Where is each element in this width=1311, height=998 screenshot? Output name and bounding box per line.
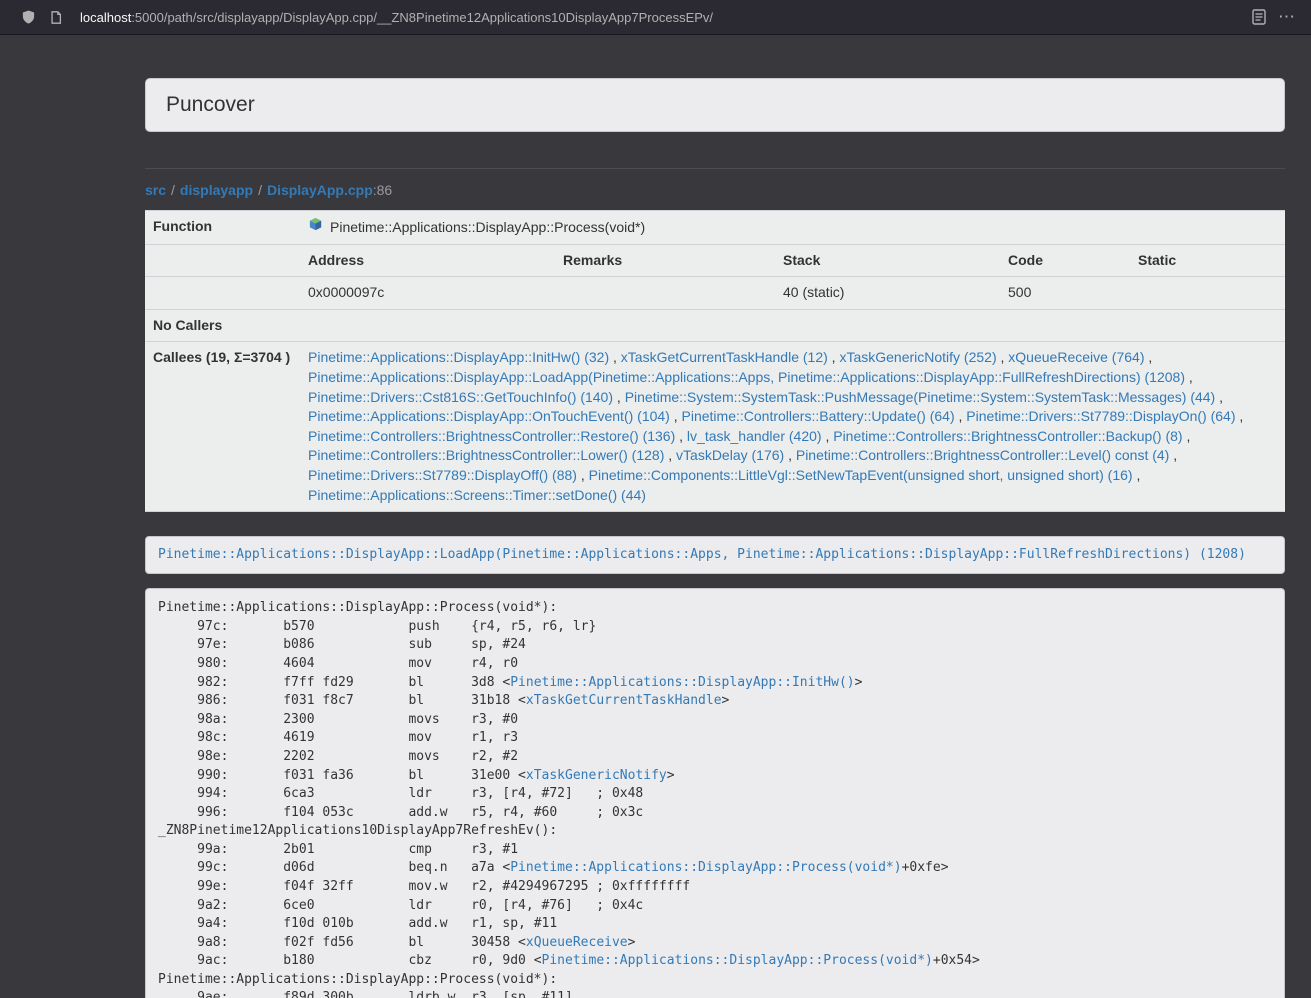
disassembly-listing: Pinetime::Applications::DisplayApp::Proc…: [145, 588, 1285, 998]
callee-link[interactable]: Pinetime::Components::LittleVgl::SetNewT…: [589, 467, 1133, 483]
function-table: Function Pinetime::Applications::Display…: [145, 210, 1285, 512]
callee-link[interactable]: Pinetime::Drivers::St7789::DisplayOn() (…: [966, 408, 1235, 424]
function-name: Pinetime::Applications::DisplayApp::Proc…: [330, 218, 645, 238]
callee-link[interactable]: vTaskDelay (176): [676, 447, 784, 463]
callee-link[interactable]: Pinetime::Applications::DisplayApp::OnTo…: [308, 408, 670, 424]
page-container: Puncover src / displayapp / DisplayApp.cpp:8…: [145, 35, 1285, 998]
callee-link[interactable]: Pinetime::Controllers::BrightnessControl…: [308, 428, 675, 444]
symbol-link[interactable]: xTaskGenericNotify: [526, 768, 667, 783]
no-callers-label: No Callers: [145, 309, 300, 342]
callee-link[interactable]: Pinetime::System::SystemTask::PushMessag…: [625, 389, 1216, 405]
stat-value-static: [1130, 277, 1285, 310]
symbol-link[interactable]: Pinetime::Applications::DisplayApp::Proc…: [510, 860, 901, 875]
table-row: Callees (19, Σ=3704 ) Pinetime::Applicat…: [145, 342, 1285, 512]
symbol-link[interactable]: Pinetime::Applications::DisplayApp::Proc…: [542, 953, 933, 968]
callee-link[interactable]: Pinetime::Applications::DisplayApp::Load…: [308, 369, 1185, 385]
symbol-link[interactable]: xTaskGetCurrentTaskHandle: [526, 693, 722, 708]
stat-header-remarks: Remarks: [555, 244, 775, 277]
page-info-icon[interactable]: [42, 4, 70, 30]
stat-header-address: Address: [300, 244, 555, 277]
breadcrumb-separator: /: [171, 182, 175, 198]
table-row: Address Remarks Stack Code Static: [145, 244, 1285, 277]
callee-link[interactable]: Pinetime::Drivers::St7789::DisplayOff() …: [308, 467, 577, 483]
stat-value-stack: 40 (static): [775, 277, 1000, 310]
highlighted-symbol-link[interactable]: Pinetime::Applications::DisplayApp::Load…: [158, 547, 1246, 562]
stat-header-stack: Stack: [775, 244, 1000, 277]
callee-link[interactable]: lv_task_handler (420): [687, 428, 822, 444]
highlighted-symbol-box: Pinetime::Applications::DisplayApp::Load…: [145, 536, 1285, 574]
callee-link[interactable]: Pinetime::Drivers::Cst816S::GetTouchInfo…: [308, 389, 613, 405]
address-bar[interactable]: localhost:5000/path/src/displayapp/Displ…: [70, 10, 1245, 25]
page-title: Puncover: [166, 93, 1264, 117]
callee-link[interactable]: xTaskGetCurrentTaskHandle (12): [621, 349, 828, 365]
table-row: No Callers: [145, 309, 1285, 342]
breadcrumb-link-src[interactable]: src: [145, 182, 166, 198]
breadcrumb-link-file[interactable]: DisplayApp.cpp: [267, 182, 373, 198]
symbol-link[interactable]: xQueueReceive: [526, 935, 628, 950]
stat-value-remarks: [555, 277, 775, 310]
breadcrumb-link-displayapp[interactable]: displayapp: [180, 182, 253, 198]
url-path: :5000/path/src/displayapp/DisplayApp.cpp…: [131, 10, 713, 25]
symbol-link[interactable]: Pinetime::Applications::DisplayApp::Init…: [510, 675, 854, 690]
callee-link[interactable]: Pinetime::Controllers::Battery::Update()…: [682, 408, 955, 424]
stat-value-address: 0x0000097c: [300, 277, 555, 310]
callees-label: Callees (19, Σ=3704 ): [145, 342, 300, 512]
table-row: Function Pinetime::Applications::Display…: [145, 211, 1285, 245]
breadcrumb: src / displayapp / DisplayApp.cpp:86: [145, 182, 1285, 198]
stat-header-static: Static: [1130, 244, 1285, 277]
breadcrumb-separator: /: [258, 182, 262, 198]
callee-link[interactable]: xTaskGenericNotify (252): [839, 349, 996, 365]
table-row: 0x0000097c 40 (static) 500: [145, 277, 1285, 310]
callee-link[interactable]: Pinetime::Applications::Screens::Timer::…: [308, 487, 646, 503]
callee-link[interactable]: Pinetime::Applications::DisplayApp::Init…: [308, 349, 609, 365]
function-label: Function: [145, 211, 300, 245]
callee-link[interactable]: Pinetime::Controllers::BrightnessControl…: [796, 447, 1169, 463]
url-host: localhost: [80, 10, 131, 25]
stat-header-code: Code: [1000, 244, 1130, 277]
divider: [145, 168, 1285, 169]
callee-link[interactable]: Pinetime::Controllers::BrightnessControl…: [308, 447, 664, 463]
line-number: :86: [373, 182, 392, 198]
reader-mode-icon[interactable]: [1245, 4, 1273, 30]
shield-icon[interactable]: [14, 4, 42, 30]
browser-toolbar: localhost:5000/path/src/displayapp/Displ…: [0, 0, 1311, 35]
overflow-menu-icon[interactable]: ⋯: [1273, 4, 1301, 30]
callee-link[interactable]: Pinetime::Controllers::BrightnessControl…: [833, 428, 1182, 444]
function-icon: [308, 217, 323, 238]
callees-list: Pinetime::Applications::DisplayApp::Init…: [300, 342, 1285, 512]
app-header: Puncover: [145, 78, 1285, 132]
callee-link[interactable]: xQueueReceive (764): [1008, 349, 1144, 365]
stat-value-code: 500: [1000, 277, 1130, 310]
